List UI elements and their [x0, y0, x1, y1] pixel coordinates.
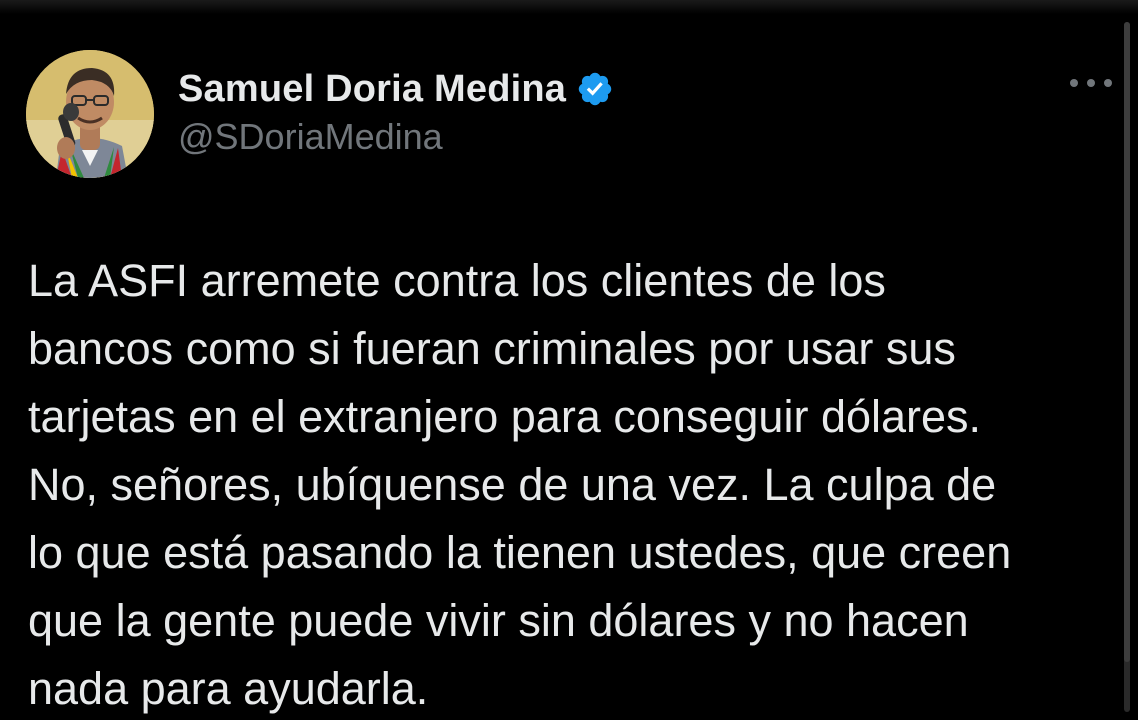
tweet-text-line: tarjetas en el extranjero para conseguir… [28, 391, 982, 442]
tweet-screen: Samuel Doria Medina @SDoriaMedina La ASF… [0, 0, 1138, 720]
tweet-text-line: que la gente puede vivir sin dólares y n… [28, 595, 969, 646]
author-info: Samuel Doria Medina @SDoriaMedina [178, 66, 614, 166]
tweet-text-line: lo que está pasando la tienen ustedes, q… [28, 527, 1012, 578]
top-edge-shadow [0, 0, 1138, 14]
tweet-text: La ASFI arremete contra los clientes de … [28, 247, 1118, 720]
tweet-text-line: La ASFI arremete contra los clientes de … [28, 255, 886, 306]
scrollbar-thumb[interactable] [1124, 22, 1130, 662]
avatar[interactable] [26, 50, 154, 178]
verified-badge-icon[interactable] [576, 70, 614, 108]
author-name-row: Samuel Doria Medina [178, 66, 614, 112]
more-dot [1087, 79, 1095, 87]
author-display-name[interactable]: Samuel Doria Medina [178, 68, 566, 111]
more-dot [1070, 79, 1078, 87]
scrollbar[interactable] [1124, 22, 1130, 712]
tweet-text-line: bancos como si fueran criminales por usa… [28, 323, 956, 374]
tweet-header: Samuel Doria Medina @SDoriaMedina [26, 46, 1116, 180]
avatar-photo [26, 50, 154, 178]
more-dot [1104, 79, 1112, 87]
tweet-text-line: nada para ayudarla. [28, 663, 429, 714]
more-options-icon[interactable] [1066, 68, 1116, 98]
author-handle[interactable]: @SDoriaMedina [178, 116, 614, 158]
tweet-text-line: No, señores, ubíquense de una vez. La cu… [28, 459, 997, 510]
